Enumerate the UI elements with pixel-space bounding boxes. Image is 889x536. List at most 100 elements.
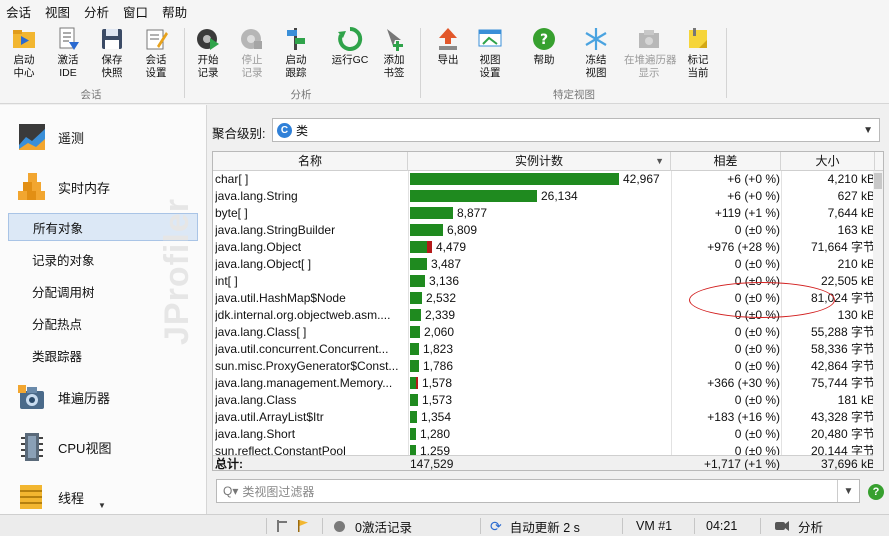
- column-header-instance-count-label: 实例计数: [514, 154, 563, 168]
- threads-icon: [20, 485, 42, 509]
- nav-class-tracker[interactable]: 类跟踪器: [8, 341, 198, 369]
- nav-scroll-down-icon[interactable]: ▼: [98, 501, 106, 510]
- class-name: sun.misc.ProxyGenerator$Const...: [215, 359, 399, 373]
- column-header-difference[interactable]: 相差: [671, 152, 781, 171]
- aggregation-level-select[interactable]: C 类 ▼: [272, 118, 880, 142]
- menu-view[interactable]: 视图: [45, 2, 70, 21]
- class-name: java.lang.Short: [215, 427, 296, 441]
- mark-current-button[interactable]: 标记 当前: [676, 26, 720, 80]
- table-row[interactable]: java.lang.String 26,134 +6 (+0 %) 627 kB: [213, 188, 875, 205]
- table-row[interactable]: java.lang.Class[ ] 2,060 0 (±0 %) 55,288 字节: [213, 324, 875, 341]
- activate-ide-button[interactable]: 激活 IDE: [46, 26, 90, 80]
- nav-heap-walker[interactable]: 堆遍历器: [0, 377, 206, 417]
- view-settings-button[interactable]: 视图 设置: [468, 26, 512, 80]
- live-memory-icon: [18, 173, 45, 200]
- table-row[interactable]: char[ ] 42,967 +6 (+0 %) 4,210 kB: [213, 171, 875, 188]
- table-row[interactable]: java.util.concurrent.Concurrent... 1,823 0…: [213, 341, 875, 358]
- instance-count-value: 2,339: [425, 308, 456, 322]
- show-in-heap-walker-button[interactable]: 在堆遍历器 显示: [624, 26, 677, 80]
- nav-threads-label: 线程: [58, 490, 85, 506]
- vertical-scrollbar[interactable]: [873, 171, 883, 470]
- column-header-instance-count[interactable]: 实例计数 ▼: [408, 152, 671, 171]
- heap-walker-icon: [18, 385, 44, 409]
- table-row[interactable]: java.lang.Object[ ] 3,487 0 (±0 %) 210 kB: [213, 256, 875, 273]
- instance-count-value: 6,809: [447, 223, 478, 237]
- table-row[interactable]: java.lang.management.Memory... 1,578 +366 …: [213, 375, 875, 392]
- size-value: 7,644 kB: [827, 206, 875, 220]
- menu-window[interactable]: 窗口: [123, 2, 148, 21]
- nav-cpu-views[interactable]: CPU视图: [0, 427, 206, 467]
- table-row[interactable]: java.lang.StringBuilder 6,809 0 (±0 %) 163 …: [213, 222, 875, 239]
- filter-dropdown-button[interactable]: ▼: [837, 480, 859, 502]
- nav-telemetry[interactable]: 遥测: [0, 117, 206, 157]
- tracking-icon: [287, 28, 305, 50]
- instance-count-value: 1,786: [423, 359, 454, 373]
- size-value: 55,288 字节: [810, 325, 875, 339]
- status-divider: [622, 518, 623, 534]
- instance-count-bar: [410, 360, 419, 372]
- difference-value: +6 (+0 %): [727, 189, 780, 203]
- instance-count-value: 8,877: [457, 206, 488, 220]
- difference-value: +366 (+30 %): [707, 376, 780, 390]
- menu-profiling[interactable]: 分析: [84, 2, 109, 21]
- table-row[interactable]: sun.misc.ProxyGenerator$Const... 1,786 0 (…: [213, 358, 875, 375]
- start-tracking-button[interactable]: 启动 跟踪: [274, 26, 318, 80]
- table-row[interactable]: java.lang.Class 1,573 0 (±0 %) 181 kB: [213, 392, 875, 409]
- instance-count-cell: 2,532: [410, 290, 670, 307]
- instance-count-cell: 1,354: [410, 409, 670, 426]
- class-name: int[ ]: [215, 274, 238, 288]
- difference-value: +976 (+28 %): [707, 240, 780, 254]
- cpu-icon: [21, 433, 43, 461]
- column-header-name[interactable]: 名称: [213, 152, 408, 171]
- run-gc-button[interactable]: 运行GC: [328, 26, 372, 67]
- session-settings-button[interactable]: 会话 设置: [134, 26, 178, 80]
- difference-value: 0 (±0 %): [734, 427, 780, 441]
- menu-help[interactable]: 帮助: [162, 2, 187, 21]
- save-snapshot-button[interactable]: 保存 快照: [90, 26, 134, 80]
- help-icon[interactable]: ?: [868, 484, 884, 500]
- status-mode: 分析: [774, 515, 823, 536]
- status-bookmark-tools[interactable]: [276, 515, 310, 536]
- status-auto-update[interactable]: ⟳ 自动更新 2 s: [490, 515, 580, 536]
- help-button[interactable]: ? 帮助: [522, 26, 566, 67]
- instance-count-bar: [410, 190, 537, 202]
- mark-icon: [689, 28, 707, 48]
- total-size: 37,696 kB: [820, 457, 875, 471]
- instance-count-bar: [410, 173, 619, 185]
- instance-count-cell: 3,487: [410, 256, 670, 273]
- export-button[interactable]: 导出: [426, 26, 470, 67]
- menu-session[interactable]: 会话: [6, 2, 31, 21]
- difference-value: +6 (+0 %): [727, 172, 780, 186]
- status-divider: [694, 518, 695, 534]
- table-row[interactable]: byte[ ] 8,877 +119 (+1 %) 7,644 kB: [213, 205, 875, 222]
- flag-icon: [298, 520, 308, 532]
- nav-live-memory-label: 实时内存: [58, 180, 111, 196]
- size-value: 163 kB: [837, 223, 875, 237]
- column-header-size[interactable]: 大小: [781, 152, 875, 171]
- toolbar-divider: [726, 28, 727, 98]
- record-icon: [197, 29, 219, 50]
- table-row[interactable]: java.lang.Short 1,280 0 (±0 %) 20,480 字节: [213, 426, 875, 443]
- help-icon: ?: [533, 28, 555, 50]
- instance-count-value: 4,479: [436, 240, 467, 254]
- class-icon: C: [277, 122, 292, 138]
- add-bookmark-button[interactable]: 添加 书签: [372, 26, 416, 80]
- scrollbar-thumb[interactable]: [874, 173, 882, 189]
- stop-recording-button[interactable]: 停止 记录: [230, 26, 274, 80]
- table-row[interactable]: java.lang.Object 4,479 +976 (+28 %) 71,664 …: [213, 239, 875, 256]
- instance-count-cell: 4,479: [410, 239, 670, 256]
- difference-value: 0 (±0 %): [734, 257, 780, 271]
- size-value: 71,664 字节: [810, 240, 875, 254]
- toolbar-divider: [184, 28, 185, 98]
- status-recordings: 0激活记录: [334, 515, 412, 536]
- class-name: java.util.concurrent.Concurrent...: [215, 342, 389, 356]
- class-filter-input[interactable]: Q▾ 类视图过滤器 ▼: [216, 479, 860, 503]
- freeze-view-button[interactable]: 冻结 视图: [574, 26, 618, 80]
- start-recording-button[interactable]: 开始 记录: [186, 26, 230, 80]
- start-center-button[interactable]: 启动 中心: [2, 26, 46, 80]
- class-name: java.lang.String: [215, 189, 298, 203]
- difference-value: 0 (±0 %): [734, 325, 780, 339]
- table-row[interactable]: java.util.ArrayList$Itr 1,354 +183 (+16 %)…: [213, 409, 875, 426]
- difference-value: +119 (+1 %): [714, 206, 780, 220]
- chevron-down-icon: ▼: [863, 125, 873, 136]
